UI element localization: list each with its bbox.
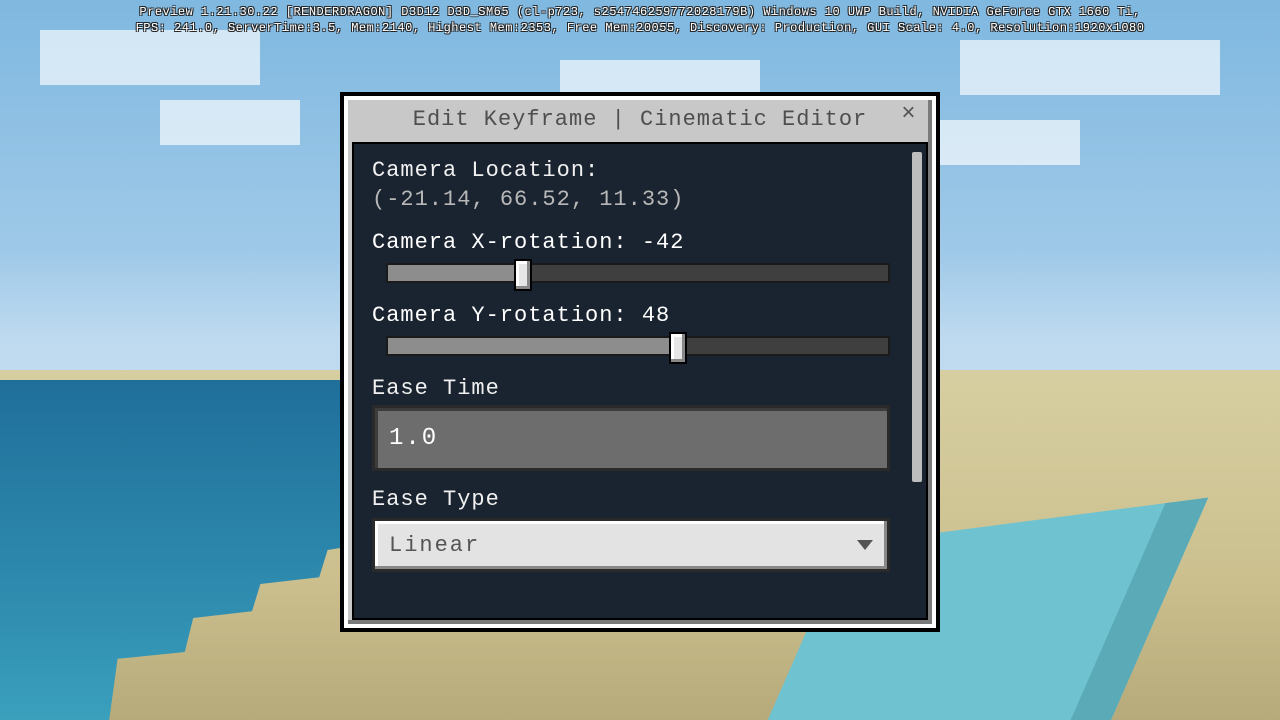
dialog-body: Camera Location: (-21.14, 66.52, 11.33) … <box>352 142 928 620</box>
camera-location-value: (-21.14, 66.52, 11.33) <box>372 187 908 212</box>
close-icon[interactable]: × <box>896 104 922 130</box>
y-rotation-slider[interactable] <box>386 336 890 356</box>
cloud-sprite <box>920 120 1080 165</box>
camera-location-label: Camera Location: <box>372 158 908 183</box>
dialog-title: Edit Keyframe | Cinematic Editor <box>358 107 922 132</box>
scrollbar-thumb[interactable] <box>912 152 922 482</box>
dialog-titlebar: Edit Keyframe | Cinematic Editor × <box>344 96 936 142</box>
ease-type-selected: Linear <box>389 533 480 558</box>
x-rotation-label: Camera X-rotation: -42 <box>372 230 890 255</box>
ease-time-group: Ease Time 1.0 <box>372 376 908 471</box>
ease-type-label: Ease Type <box>372 487 890 512</box>
cloud-sprite <box>40 30 260 85</box>
y-rotation-thumb[interactable] <box>669 332 687 364</box>
cloud-sprite <box>960 40 1220 95</box>
x-rotation-thumb[interactable] <box>514 259 532 291</box>
y-rotation-row: Camera Y-rotation: 48 <box>372 303 908 356</box>
ease-type-group: Ease Type Linear <box>372 487 908 572</box>
debug-line-2: FPS: 241.0, ServerTime:3.5, Mem:2140, Hi… <box>0 20 1280 36</box>
x-rotation-fill <box>388 265 523 281</box>
y-rotation-fill <box>388 338 678 354</box>
debug-line-1: Preview 1.21.30.22 [RENDERDRAGON] D3D12 … <box>0 4 1280 20</box>
chevron-down-icon <box>857 540 873 550</box>
ease-time-input[interactable]: 1.0 <box>372 405 890 471</box>
ease-type-dropdown[interactable]: Linear <box>372 518 890 572</box>
x-rotation-row: Camera X-rotation: -42 <box>372 230 908 283</box>
cloud-sprite <box>160 100 300 145</box>
debug-overlay: Preview 1.21.30.22 [RENDERDRAGON] D3D12 … <box>0 4 1280 36</box>
x-rotation-slider[interactable] <box>386 263 890 283</box>
y-rotation-label: Camera Y-rotation: 48 <box>372 303 890 328</box>
ease-time-label: Ease Time <box>372 376 890 401</box>
edit-keyframe-dialog: Edit Keyframe | Cinematic Editor × Camer… <box>340 92 940 632</box>
